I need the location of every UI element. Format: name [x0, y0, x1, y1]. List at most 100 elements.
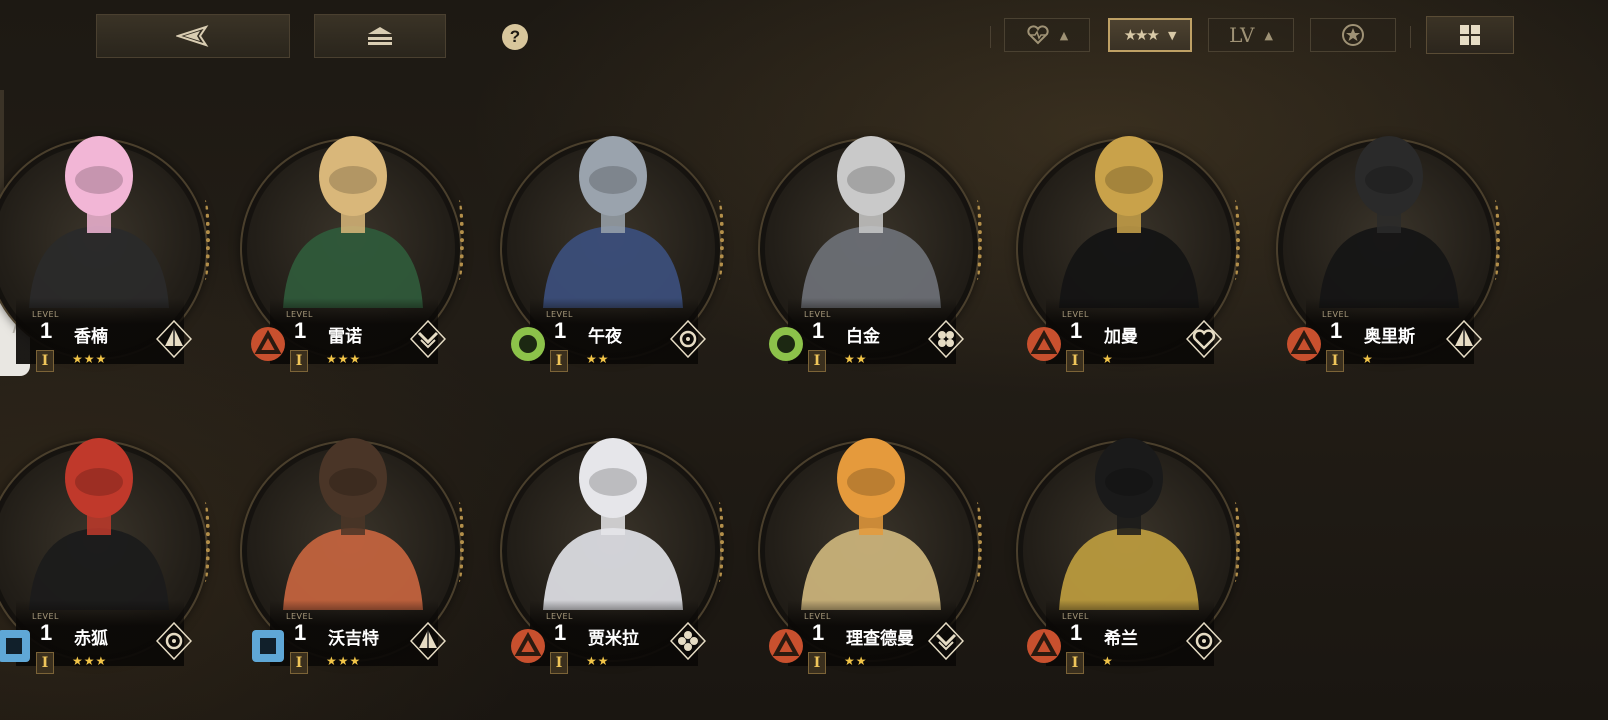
target-role-icon [155, 621, 193, 661]
element-red-icon [250, 326, 286, 362]
character-portrait [518, 410, 708, 630]
character-card[interactable]: LEVEL 1 赤狐 I ★★★ [0, 410, 212, 674]
level-value: 1 [554, 620, 567, 645]
character-name: 雷诺 [328, 327, 362, 347]
character-portrait [258, 108, 448, 328]
element-red-icon [510, 628, 546, 664]
character-card[interactable]: LEVEL 1 理查德曼 I ★★ [758, 410, 984, 674]
sort-rarity-button[interactable]: ★★★ ▼ [1108, 18, 1192, 52]
level-value: 1 [1330, 318, 1343, 343]
three-stars-icon: ★★★ [1123, 26, 1160, 44]
level-value: 1 [294, 620, 307, 645]
character-card[interactable]: LEVEL 1 希兰 I ★ [1016, 410, 1242, 674]
character-portrait [258, 410, 448, 630]
character-card[interactable]: LEVEL 1 奥里斯 I ★ [1276, 108, 1502, 372]
element-blue-icon [0, 628, 32, 664]
rarity-stars: ★ [1362, 352, 1374, 366]
element-blue-icon [250, 628, 286, 664]
rank-badge: I [36, 652, 54, 674]
rank-badge: I [1066, 350, 1084, 372]
character-portrait [1034, 410, 1224, 630]
sort-attribute-button[interactable] [1310, 18, 1396, 52]
character-card[interactable]: LEVEL 1 香楠 I ★★★ [0, 108, 212, 372]
level-value: 1 [812, 620, 825, 645]
character-portrait [1034, 108, 1224, 328]
level-value: 1 [40, 318, 53, 343]
rank-badge: I [1326, 350, 1344, 372]
rarity-stars: ★★★ [72, 654, 108, 668]
pyramid-role-icon [155, 319, 193, 359]
sort-asc-icon: ▲ [1059, 28, 1069, 42]
character-card[interactable]: LEVEL 1 加曼 I ★ [1016, 108, 1242, 372]
character-card[interactable]: LEVEL 1 沃吉特 I ★★★ [240, 410, 466, 674]
sort-level-button[interactable]: LV ▲ [1208, 18, 1294, 52]
level-value: 1 [294, 318, 307, 343]
rank-badge: I [550, 350, 568, 372]
heart-pulse-icon [1027, 25, 1049, 45]
character-name: 加曼 [1104, 327, 1138, 347]
chevron-role-icon [927, 621, 965, 661]
rarity-stars: ★★ [586, 352, 610, 366]
element-green-icon [510, 326, 546, 362]
character-card[interactable]: LEVEL 1 贾米拉 I ★★ [500, 410, 726, 674]
character-portrait [776, 410, 966, 630]
character-card[interactable]: LEVEL 1 午夜 I ★★ [500, 110, 726, 372]
character-name: 理查德曼 [846, 629, 914, 649]
rank-badge: I [36, 350, 54, 372]
rarity-stars: ★★★ [326, 352, 362, 366]
character-name: 贾米拉 [588, 629, 639, 649]
rank-badge: I [290, 652, 308, 674]
character-portrait [4, 410, 194, 630]
back-triangle-icon [176, 25, 209, 47]
sort-asc-icon: ▲ [1264, 28, 1273, 42]
rarity-stars: ★★★ [326, 654, 362, 668]
character-name: 奥里斯 [1364, 327, 1415, 347]
rank-badge: I [808, 350, 826, 372]
help-button[interactable]: ? [502, 24, 528, 50]
rank-badge: I [808, 652, 826, 674]
rarity-stars: ★ [1102, 654, 1114, 668]
element-red-icon [1286, 326, 1322, 362]
level-value: 1 [1070, 318, 1083, 343]
level-value: 1 [812, 318, 825, 343]
rarity-stars: ★★ [844, 352, 868, 366]
pyramid-role-icon [409, 621, 447, 661]
character-name: 白金 [846, 327, 880, 347]
level-value: 1 [1070, 620, 1083, 645]
stack-home-icon [368, 27, 392, 45]
target-role-icon [1185, 621, 1223, 661]
grid-view-icon [1460, 25, 1480, 45]
divider [1410, 26, 1411, 48]
rarity-stars: ★★ [844, 654, 868, 668]
rank-badge: I [1066, 652, 1084, 674]
chevron-role-icon [409, 319, 447, 359]
pyramid-role-icon [1445, 319, 1483, 359]
character-portrait [776, 108, 966, 328]
level-value: 1 [554, 318, 567, 343]
hex-role-icon [927, 319, 965, 359]
element-red-icon [1026, 326, 1062, 362]
target-role-icon [669, 319, 707, 359]
character-name: 午夜 [588, 327, 622, 347]
element-red-icon [1026, 628, 1062, 664]
character-card[interactable]: LEVEL 1 雷诺 I ★★★ [240, 108, 466, 372]
rarity-stars: ★★ [586, 654, 610, 668]
character-portrait [4, 108, 194, 328]
grid-view-button[interactable] [1426, 16, 1514, 54]
star-circle-icon [1342, 24, 1364, 46]
sort-level-label: LV [1229, 23, 1255, 47]
back-button[interactable] [96, 14, 290, 58]
divider [990, 26, 991, 48]
element-green-icon [768, 326, 804, 362]
level-value: 1 [40, 620, 53, 645]
sort-desc-icon: ▼ [1167, 28, 1177, 42]
rank-badge: I [290, 350, 308, 372]
rarity-stars: ★★★ [72, 352, 108, 366]
character-name: 香楠 [74, 327, 108, 347]
sort-affinity-button[interactable]: ▲ [1004, 18, 1090, 52]
character-portrait [1294, 108, 1484, 328]
character-name: 沃吉特 [328, 629, 379, 649]
character-name: 赤狐 [74, 629, 108, 649]
home-button[interactable] [314, 14, 446, 58]
character-card[interactable]: LEVEL 1 白金 I ★★ [758, 108, 984, 372]
